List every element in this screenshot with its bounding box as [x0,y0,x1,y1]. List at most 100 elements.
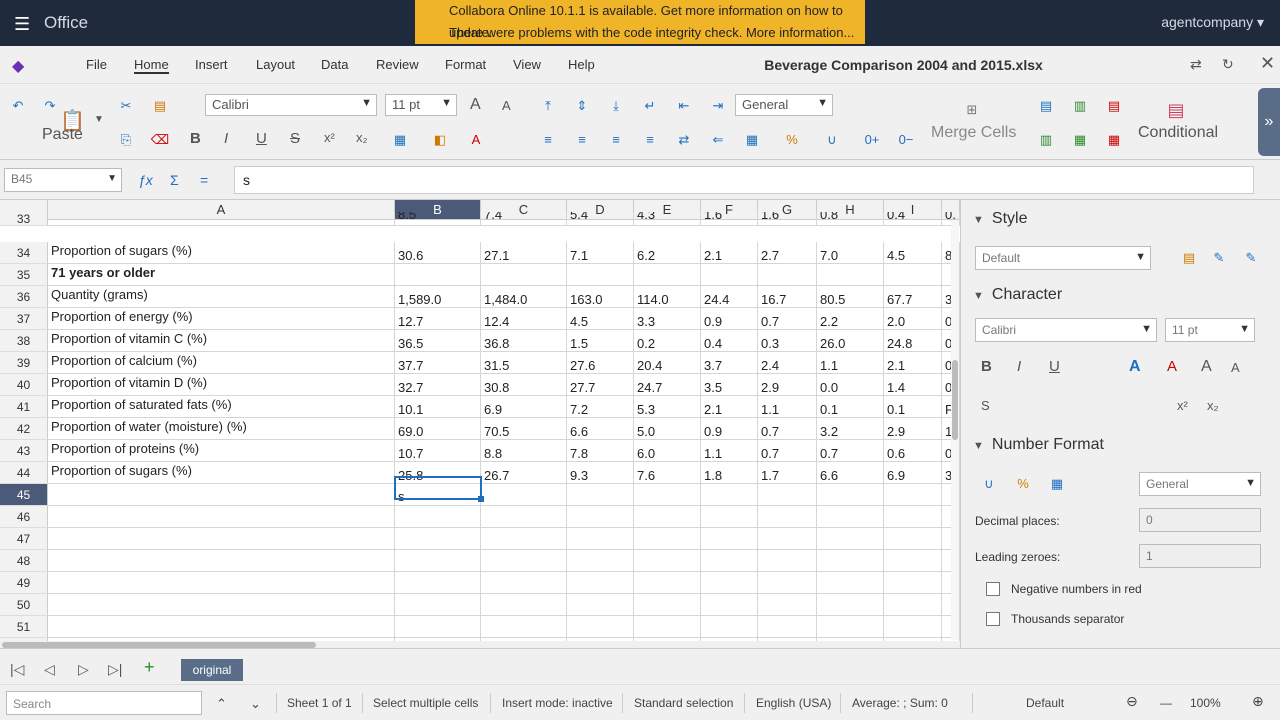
table-cell[interactable] [634,550,701,572]
table-cell[interactable]: 2.1 [701,396,758,418]
table-cell[interactable] [884,528,942,550]
table-cell[interactable]: 7.4 [481,212,567,226]
table-cell[interactable] [567,264,634,286]
menu-data[interactable]: Data [321,57,348,72]
sidebar-currency-icon[interactable]: ∪ [979,476,999,494]
justify-icon[interactable]: ≡ [640,132,660,150]
conditional-format-icon[interactable]: ▤ [1166,100,1186,120]
zoom-out-icon[interactable]: ⊖ [1126,693,1138,710]
number-format-select[interactable]: General ▼ [735,94,833,116]
update-notice[interactable]: Collabora Online 10.1.1 is available. Ge… [415,0,865,44]
table-cell[interactable]: 2.1 [701,242,758,264]
table-cell[interactable] [567,616,634,638]
zoom-slider-icon[interactable]: — [1160,696,1172,710]
row-label-cell[interactable]: Quantity (grams) [48,286,395,308]
table-cell[interactable]: 1.8 [701,462,758,484]
table-cell[interactable] [481,572,567,594]
table-cell[interactable] [701,264,758,286]
insert-row-icon[interactable]: ⇐ [708,132,728,150]
table-cell[interactable]: 2.9 [884,418,942,440]
hamburger-menu-icon[interactable]: ☰ [14,14,30,35]
table-cell[interactable]: 4.5 [884,242,942,264]
table-cell[interactable]: 3.7 [701,352,758,374]
table-cell[interactable]: 6.6 [817,462,884,484]
save-status-icon[interactable]: ⇄ [1190,56,1202,73]
conditional-format-button[interactable]: Conditional [1138,124,1218,142]
row-header[interactable]: 39 [0,352,48,374]
table-cell[interactable]: 5.3 [634,396,701,418]
merge-cells-icon[interactable]: ⊞ [962,102,982,120]
thousands-separator-checkbox[interactable] [986,612,1000,626]
row-label-cell[interactable] [48,550,395,572]
row-label-cell[interactable]: Proportion of saturated fats (%) [48,396,395,418]
row-label-cell[interactable]: Proportion of vitamin D (%) [48,374,395,396]
sidebar-shadow-icon[interactable]: A [1129,358,1141,376]
table-cell[interactable]: 163.0 [567,286,634,308]
row-label-cell[interactable]: Proportion of vitamin C (%) [48,330,395,352]
table-cell[interactable]: 12.7 [395,308,481,330]
table-cell[interactable]: 67.7 [884,286,942,308]
table-cell[interactable]: 1.6 [758,212,817,226]
table-cell[interactable]: 30.8 [481,374,567,396]
row-label-cell[interactable] [48,594,395,616]
row-header[interactable]: 49 [0,572,48,594]
background-color-icon[interactable]: ◧ [430,132,450,150]
table-cell[interactable]: 2.0 [884,308,942,330]
table-cell[interactable] [817,528,884,550]
sidebar-superscript-icon[interactable]: x² [1177,398,1188,413]
table-cell[interactable]: 6.9 [481,396,567,418]
table-cell[interactable]: 0.7 [758,308,817,330]
table-cell[interactable]: 26.7 [481,462,567,484]
undo-icon[interactable]: ↶ [8,98,28,116]
table-cell[interactable]: 10.1 [395,396,481,418]
table-cell[interactable] [817,616,884,638]
table-cell[interactable]: 27.7 [567,374,634,396]
row-header[interactable]: 50 [0,594,48,616]
row-header[interactable]: 51 [0,616,48,638]
table-cell[interactable]: 1.6 [701,212,758,226]
table-cell[interactable] [395,528,481,550]
add-decimal-icon[interactable]: 0+ [862,132,882,150]
table-cell[interactable] [701,484,758,506]
table-cell[interactable]: 2.1 [884,352,942,374]
spreadsheet-grid[interactable]: A B C D E F G H I 33 8.5 7.4 5.4 4.3 1.6 1.6 0.8 0.4 0. 34 P… [0,200,960,646]
table-cell[interactable] [817,572,884,594]
table-cell[interactable]: 0.1 [884,396,942,418]
table-cell[interactable]: 8.5 [395,212,481,226]
align-center-vertical-icon[interactable]: ⇕ [572,98,592,116]
sidebar-number-icon[interactable]: ▦ [1047,476,1067,494]
close-icon[interactable]: ✕ [1260,53,1275,74]
table-cell[interactable] [395,572,481,594]
table-cell[interactable] [395,264,481,286]
insert-mode[interactable]: Insert mode: inactive [502,696,613,710]
formula-icon[interactable]: = [200,172,208,188]
insert-rows-icon[interactable]: ▤ [1036,98,1056,116]
table-cell[interactable] [701,550,758,572]
table-cell[interactable]: 0.3 [758,330,817,352]
character-section-header[interactable]: ▼ Character [973,286,1062,304]
row-header[interactable]: 40 [0,374,48,396]
edit-style-icon[interactable]: ✎ [1241,250,1261,268]
first-sheet-icon[interactable]: |◁ [10,661,24,678]
table-cell[interactable]: 32.7 [395,374,481,396]
redo-icon[interactable]: ↷ [40,98,60,116]
table-cell[interactable] [634,594,701,616]
table-cell[interactable]: 6.9 [884,462,942,484]
row-label-cell[interactable] [48,616,395,638]
table-cell[interactable] [634,616,701,638]
table-cell[interactable]: 27.1 [481,242,567,264]
table-cell[interactable]: 0.0 [817,374,884,396]
table-cell[interactable]: 36.5 [395,330,481,352]
table-cell[interactable] [701,528,758,550]
vertical-scroll-thumb[interactable] [952,360,958,440]
menu-home[interactable]: Home [134,57,169,74]
table-cell[interactable] [481,550,567,572]
row-label-cell[interactable] [48,484,395,506]
wrap-text-icon[interactable]: ↵ [640,98,660,116]
table-cell[interactable] [567,550,634,572]
table-cell[interactable] [481,506,567,528]
table-cell[interactable]: 0.9 [701,308,758,330]
row-header[interactable]: 41 [0,396,48,418]
table-cell[interactable] [817,484,884,506]
row-label-cell[interactable]: Proportion of water (moisture) (%) [48,418,395,440]
